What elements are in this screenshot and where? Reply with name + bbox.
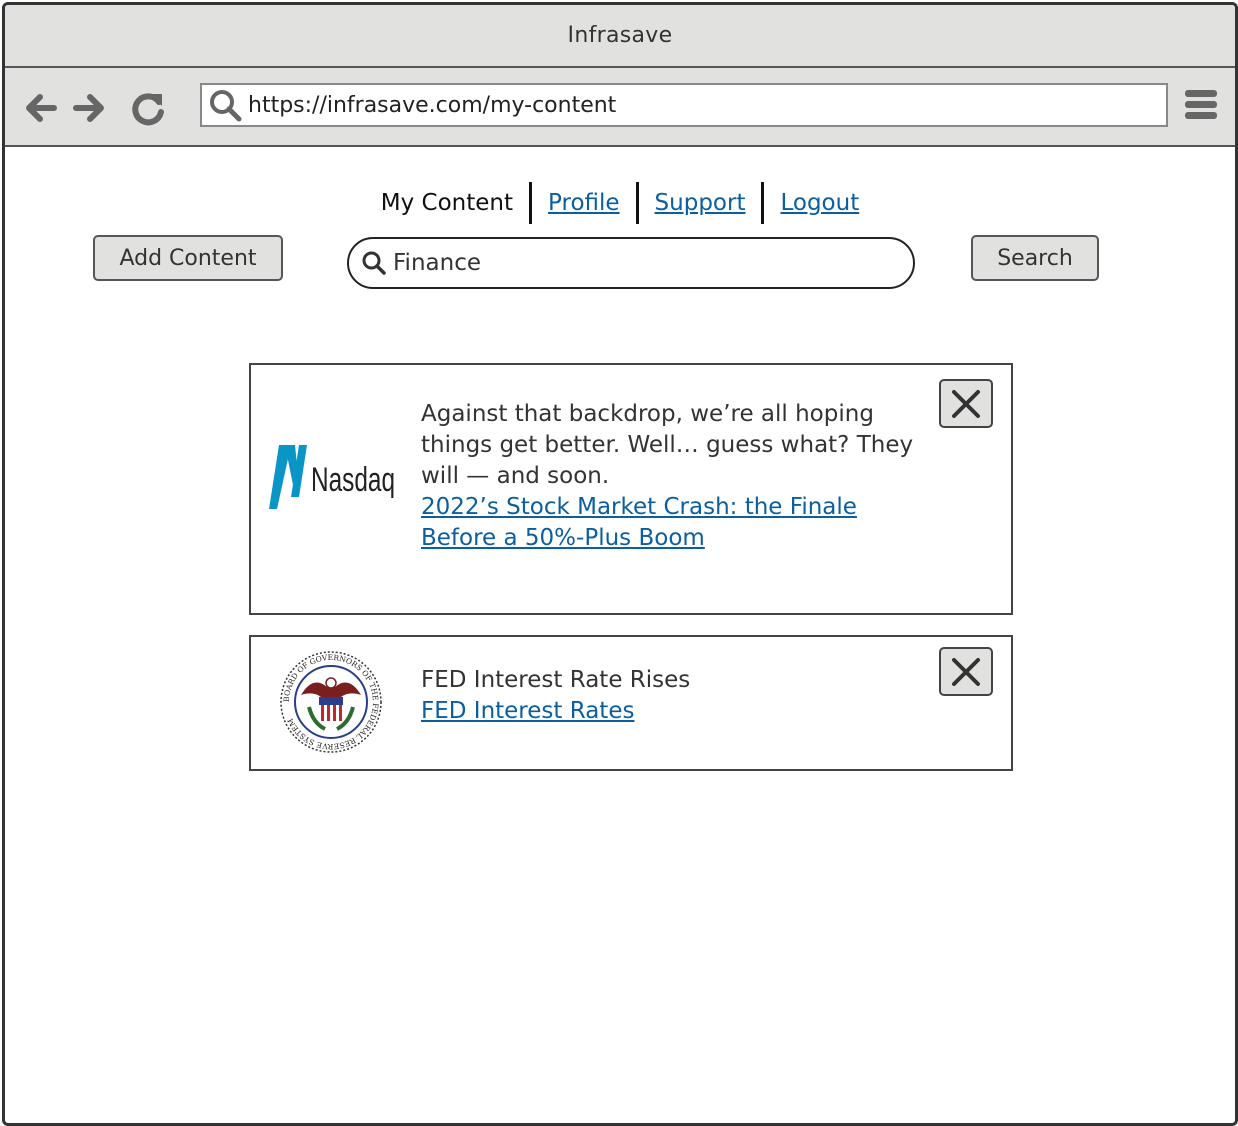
close-icon [952,389,980,418]
remove-content-button[interactable] [939,379,993,428]
content-card: Nasdaq Against that backdrop, we’re all … [249,363,1013,615]
hamburger-menu-icon [1185,90,1217,97]
card-text: Against that backdrop, we’re all hoping … [421,399,921,554]
tab-profile[interactable]: Profile [532,182,636,224]
arrow-right-icon [73,94,104,122]
page-content: My Content Profile Support Logout Add Co… [5,147,1235,1123]
search-field[interactable] [347,237,915,289]
card-description: FED Interest Rate Rises [421,667,691,693]
window-title: Infrasave [567,23,673,48]
tab-my-content[interactable]: My Content [365,182,529,224]
arrow-left-icon [26,94,57,122]
top-navigation: My Content Profile Support Logout [5,182,1235,224]
tab-support[interactable]: Support [639,182,762,224]
card-text: FED Interest Rate Rises FED Interest Rat… [421,665,921,727]
search-button[interactable]: Search [971,235,1099,281]
title-bar: Infrasave [5,5,1235,68]
add-content-button[interactable]: Add Content [93,235,283,281]
federal-reserve-seal: BOARD OF GOVERNORS OF THE FEDERAL RESERV… [279,647,383,757]
article-link[interactable]: 2022’s Stock Market Crash: the Finale Be… [421,492,921,554]
browser-window: Infrasave https://infrasave.com/my-conte… [2,2,1238,1126]
back-button[interactable] [20,88,60,128]
remove-content-button[interactable] [939,647,993,696]
search-icon [210,90,242,122]
forward-button[interactable] [70,88,110,128]
nasdaq-logo: Nasdaq [269,439,399,511]
article-link[interactable]: FED Interest Rates [421,696,921,727]
search-input[interactable] [393,250,873,276]
reload-button[interactable] [128,88,168,128]
search-icon [362,251,386,275]
close-icon [952,657,980,686]
address-bar[interactable] [200,83,1168,127]
svg-text:Nasdaq: Nasdaq [311,461,395,499]
card-description: Against that backdrop, we’re all hoping … [421,401,914,489]
url-input[interactable] [248,92,1128,118]
browser-toolbar [5,68,1235,147]
content-card: BOARD OF GOVERNORS OF THE FEDERAL RESERV… [249,635,1013,771]
reload-icon [132,93,164,126]
browser-menu-button[interactable] [1185,90,1219,124]
tab-logout[interactable]: Logout [764,182,875,224]
